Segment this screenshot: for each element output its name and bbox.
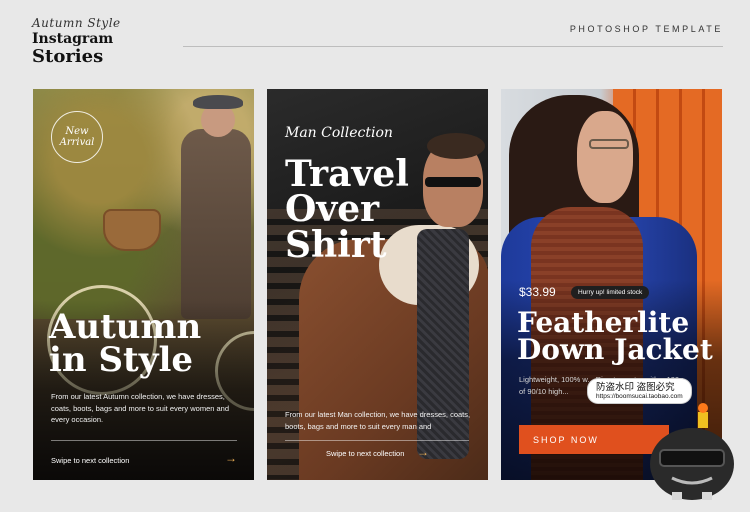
arrow-right-icon[interactable]: → [225,451,237,465]
bomb-mascot-icon [650,403,734,500]
card-title-line1: Featherlite [517,306,690,339]
card-description: From our latest Man collection, we have … [285,410,471,431]
card-title: Travel Over Shirt [285,153,409,266]
brand-script-title: Autumn Style [32,16,121,30]
card-title-line2: Over [285,188,380,231]
card-title: Autumn in Style [49,307,202,381]
card-title-line3: Shirt [285,223,387,266]
badge-line2: Arrival [59,137,95,148]
template-label: PHOTOSHOP TEMPLATE [569,24,723,34]
header-divider [183,46,723,47]
woman-face-image [577,111,633,203]
card-title-line2: in Style [49,340,194,381]
card-title-line2: Down Jacket [517,333,713,367]
swipe-link[interactable]: Swipe to next collection [326,449,404,458]
badge-line1: New [65,126,89,137]
card-title: Featherlite Down Jacket [517,306,713,367]
story-card-man[interactable]: Man Collection Travel Over Shirt From ou… [267,89,488,480]
card-description: From our latest Autumn collection, we ha… [51,392,230,425]
man-collection-label: Man Collection [285,125,393,141]
card-title-line1: Travel [285,153,409,195]
new-arrival-badge: New Arrival [51,111,103,163]
woman-coat-image [181,129,251,319]
watermark-text: 防盗水印 盗图必究 [596,382,675,393]
brand-title-line2: Stories [32,46,104,67]
bicycle-basket-image [103,209,161,251]
card-title-line1: Autumn [49,307,202,347]
brand-logo: Autumn Style Instagram Stories [32,16,152,66]
card-divider [51,440,237,441]
glasses-image [589,139,629,149]
arrow-right-icon[interactable]: → [417,445,429,459]
stock-badge: Hurry up! limited stock [571,286,650,299]
sunglasses-image [425,177,481,187]
card-divider [285,440,469,441]
woman-hat-image [193,95,243,109]
man-hair-image [427,133,485,159]
story-card-autumn[interactable]: New Arrival Autumn in Style From our lat… [33,89,254,480]
swipe-link[interactable]: Swipe to next collection [51,456,129,465]
price-label: $33.99 [519,285,556,299]
brand-title-line1: Instagram [32,31,114,47]
